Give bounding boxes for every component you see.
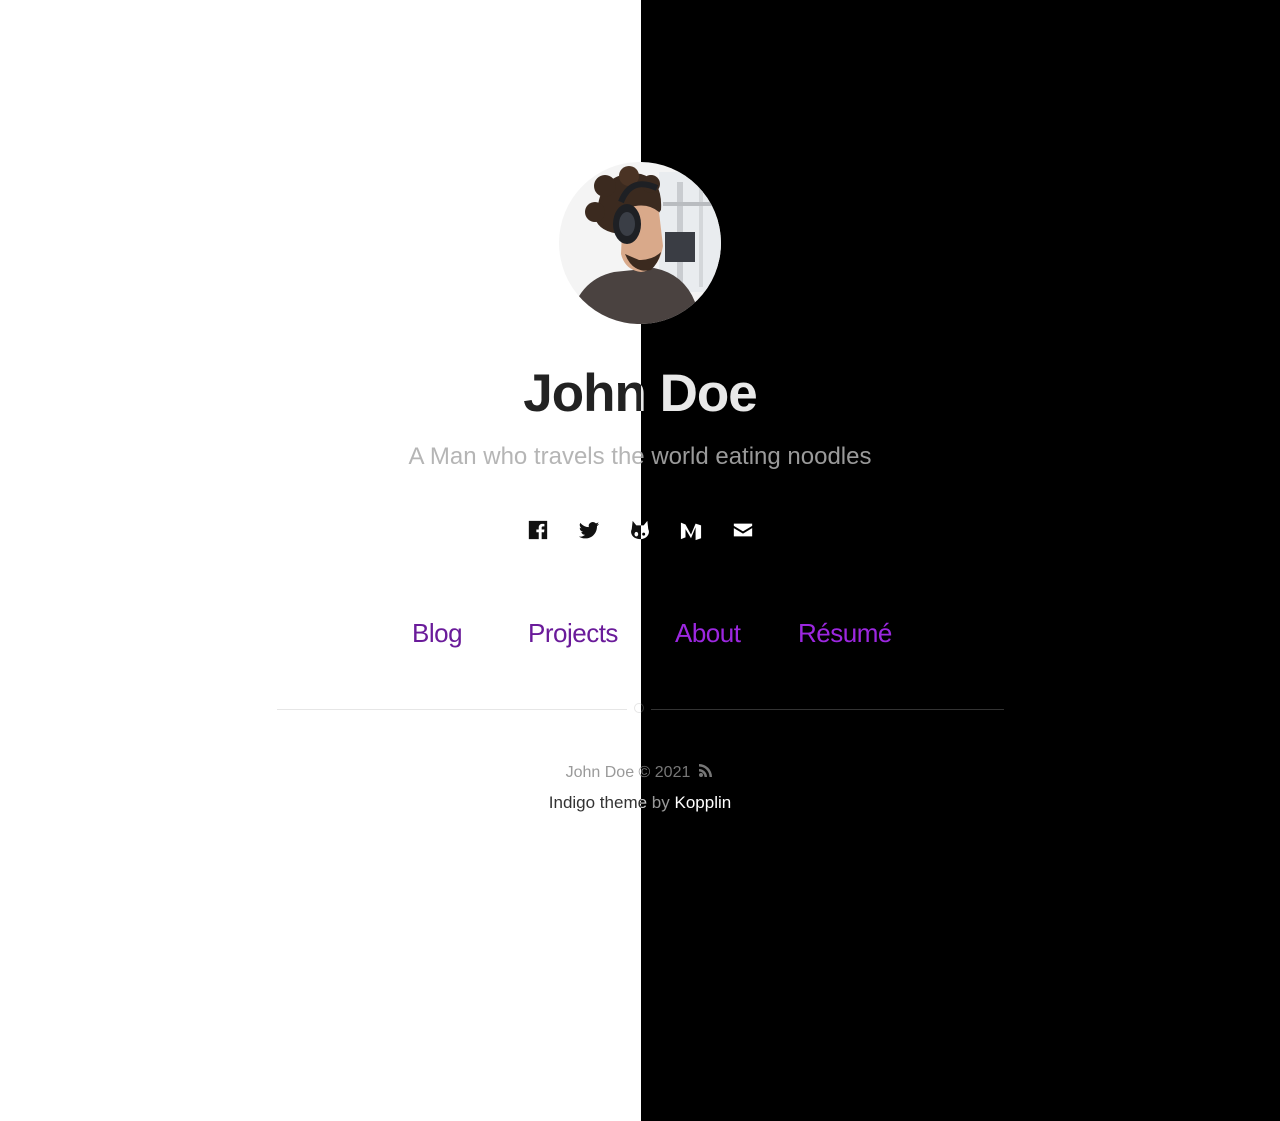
author-link-dark[interactable]: Kopplin bbox=[675, 793, 732, 812]
nav-link-resume-dark[interactable]: Résumé bbox=[798, 614, 892, 652]
nav-link-blog[interactable]: Blog bbox=[412, 614, 463, 652]
facebook-icon bbox=[528, 520, 548, 540]
email-link-dark[interactable] bbox=[731, 518, 755, 542]
divider-left bbox=[277, 709, 627, 710]
facebook-link[interactable] bbox=[526, 518, 550, 542]
divider-right-dark bbox=[651, 709, 1004, 710]
twitter-link[interactable] bbox=[577, 518, 601, 542]
rss-icon bbox=[699, 764, 713, 777]
page: John Doe A Man who travels the world eat… bbox=[0, 0, 1280, 1121]
medium-link-dark[interactable] bbox=[679, 518, 703, 542]
medium-icon bbox=[680, 522, 702, 541]
by-text-dark: by bbox=[651, 793, 670, 812]
twitter-icon bbox=[578, 522, 600, 539]
nav-link-about-dark[interactable]: About bbox=[675, 614, 741, 652]
theme-text: Indigo theme bbox=[548, 793, 648, 812]
rss-link-dark[interactable] bbox=[698, 762, 714, 778]
email-icon bbox=[733, 523, 753, 537]
nav-link-projects[interactable]: Projects bbox=[528, 614, 618, 652]
